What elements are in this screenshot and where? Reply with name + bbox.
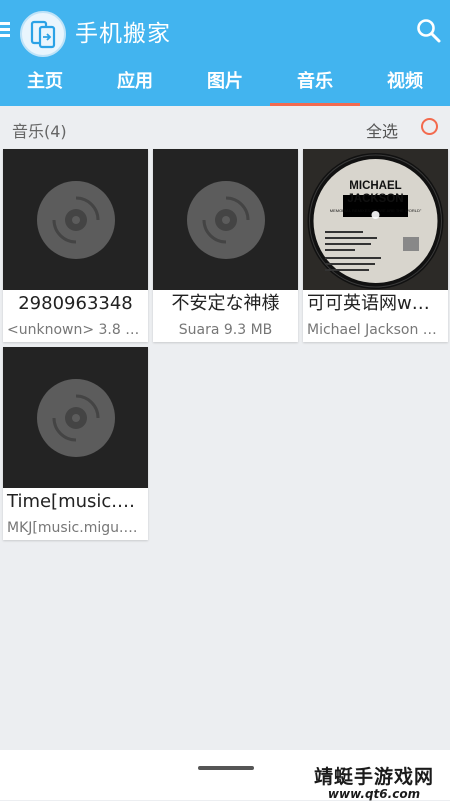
track-subtitle: MKJ[music.migu.cn] 4.0 MB (7, 520, 148, 536)
track-subtitle: Suara 9.3 MB (178, 322, 273, 338)
tab-music[interactable]: 音乐 (270, 60, 360, 106)
track-title: Time[music.migu.cn] (7, 491, 148, 512)
watermark: 靖蜓手游戏网 www.qt6.com (300, 762, 448, 801)
music-card[interactable]: Time[music.migu.cn] MKJ[music.migu.cn] 4… (3, 347, 148, 540)
track-title: 可可英语网www.kekenet.com (307, 293, 448, 314)
music-disc-icon (3, 347, 148, 488)
search-icon[interactable] (416, 18, 442, 44)
watermark-title: 靖蜓手游戏网 (313, 766, 434, 788)
album-cover: MICHAEL JACKSON MEMORIAL REMIXES OF "WE … (303, 149, 448, 290)
tab-home[interactable]: 主页 (0, 60, 90, 106)
app-header: 手机搬家 主页 应用 图片 音乐 视频 (0, 0, 450, 106)
music-disc-icon (3, 149, 148, 290)
phone-transfer-logo-icon (20, 11, 66, 57)
album-line1: MICHAEL (349, 180, 401, 192)
tab-bar: 主页 应用 图片 音乐 视频 (0, 60, 450, 106)
album-line2: JACKSON (347, 193, 403, 205)
home-indicator[interactable] (198, 766, 254, 770)
tab-video[interactable]: 视频 (360, 60, 450, 106)
watermark-url: www.qt6.com (327, 787, 421, 801)
track-subtitle: Michael Jackson 3.1 MB (307, 322, 448, 338)
track-title: 不安定な神様 (171, 293, 280, 314)
track-subtitle: <unknown> 3.8 MB (7, 322, 147, 338)
tab-apps[interactable]: 应用 (90, 60, 180, 106)
select-all-checkbox[interactable] (421, 118, 438, 135)
select-all-label[interactable]: 全选 (366, 118, 398, 142)
tab-pictures[interactable]: 图片 (180, 60, 270, 106)
track-title: 2980963348 (18, 293, 133, 314)
music-disc-icon (153, 149, 298, 290)
music-count-label: 音乐(4) (12, 122, 67, 141)
app-title: 手机搬家 (75, 21, 171, 47)
music-card[interactable]: 不安定な神様 Suara 9.3 MB (153, 149, 298, 342)
music-card[interactable]: 2980963348 <unknown> 3.8 MB (3, 149, 148, 342)
menu-icon[interactable] (0, 22, 12, 38)
music-card[interactable]: MICHAEL JACKSON MEMORIAL REMIXES OF "WE … (303, 149, 448, 342)
